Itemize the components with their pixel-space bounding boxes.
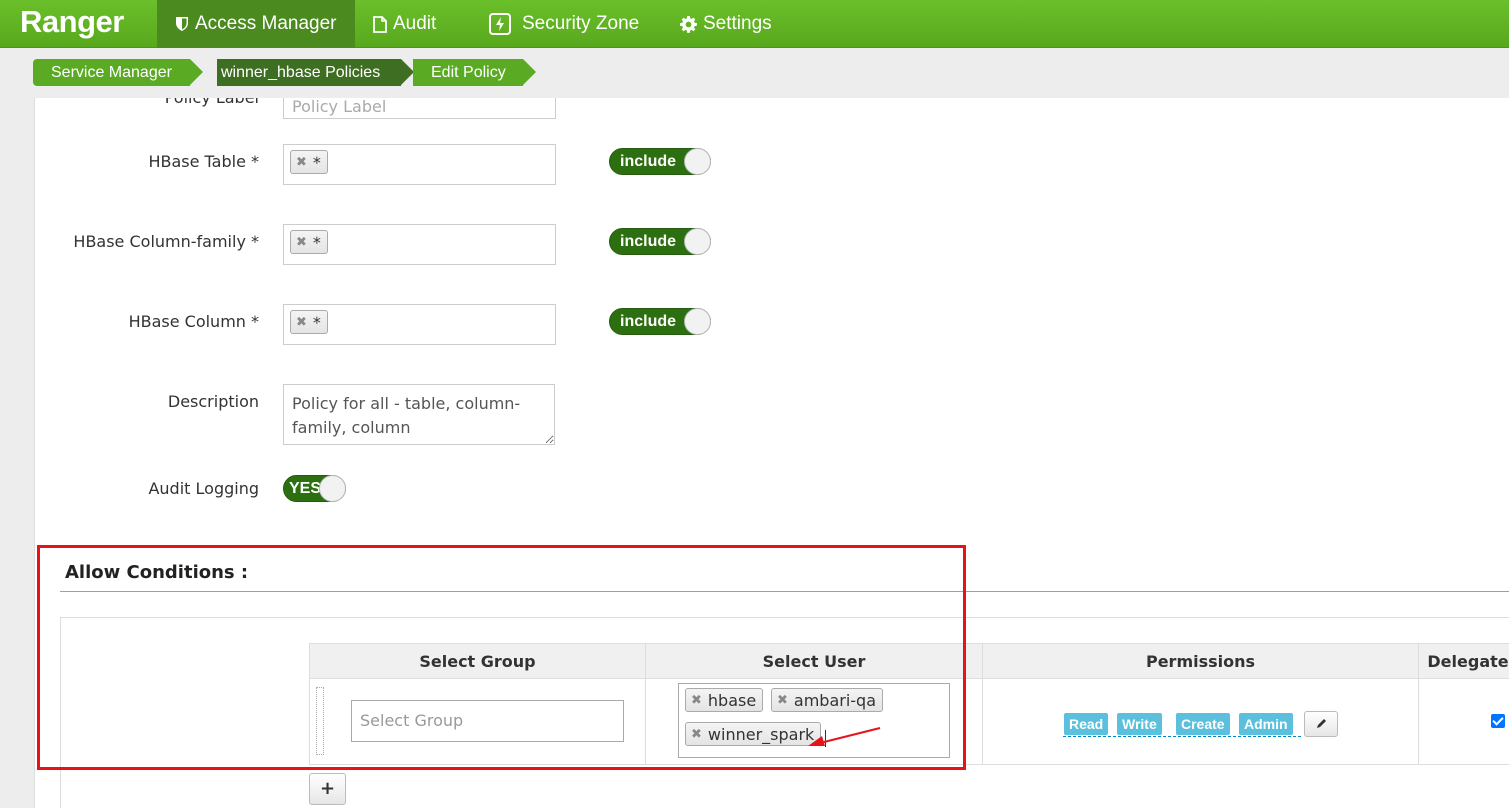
permission-create[interactable]: Create xyxy=(1176,713,1230,735)
header-permissions: Permissions xyxy=(982,643,1419,679)
shield-icon xyxy=(176,17,188,31)
gear-icon xyxy=(680,15,697,33)
user-tag-hbase: ✖ hbase xyxy=(685,688,764,712)
toggle-knob xyxy=(684,228,711,255)
nav-audit-label: Audit xyxy=(393,13,437,34)
toggle-label: include xyxy=(620,153,677,170)
hbase-column-label: HBase Column * xyxy=(128,312,259,331)
user-tag-label: winner_spark xyxy=(707,724,815,744)
header-select-user: Select User xyxy=(645,643,983,679)
file-icon xyxy=(373,15,387,33)
nav-access-manager-label: Access Manager xyxy=(195,13,337,34)
nav-security-zone[interactable]: Security Zone xyxy=(488,0,639,48)
hbase-table-label: HBase Table * xyxy=(148,152,259,171)
permission-admin[interactable]: Admin xyxy=(1239,713,1293,735)
remove-tag-icon[interactable]: ✖ xyxy=(777,693,788,708)
breadcrumb-policies[interactable]: winner_hbase Policies xyxy=(217,59,414,86)
permissions-underline xyxy=(1063,736,1301,737)
nav-settings-label: Settings xyxy=(703,13,772,34)
pencil-icon xyxy=(1317,719,1326,728)
hbase-table-input[interactable]: ✖ * xyxy=(283,144,556,185)
remove-tag-icon[interactable]: ✖ xyxy=(691,693,702,708)
delegate-admin-checkbox[interactable] xyxy=(1491,714,1505,728)
user-tag-label: ambari-qa xyxy=(793,690,877,710)
hbase-table-include-toggle[interactable]: include xyxy=(609,148,711,175)
section-divider xyxy=(60,591,1509,592)
nav-audit[interactable]: Audit xyxy=(373,0,436,48)
audit-logging-label: Audit Logging xyxy=(148,479,259,498)
hbase-table-tag: ✖ * xyxy=(290,150,328,174)
column-family-input[interactable]: ✖ * xyxy=(283,224,556,265)
select-user-input[interactable]: ✖ hbase ✖ ambari-qa ✖ winner_spark xyxy=(678,683,950,758)
remove-tag-icon[interactable]: ✖ xyxy=(296,155,307,170)
toggle-knob xyxy=(319,475,346,502)
table-row-user-cell: ✖ hbase ✖ ambari-qa ✖ winner_spark xyxy=(645,679,983,765)
remove-tag-icon[interactable]: ✖ xyxy=(296,235,307,250)
hbase-column-input[interactable]: ✖ * xyxy=(283,304,556,345)
hbase-table-tag-label: * xyxy=(312,152,321,172)
toggle-label: include xyxy=(620,233,677,250)
breadcrumb-edit-policy: Edit Policy xyxy=(413,59,536,86)
hbase-column-include-toggle[interactable]: include xyxy=(609,308,711,335)
select-group-input[interactable]: Select Group xyxy=(351,700,624,742)
table-row-group-cell: Select Group xyxy=(309,679,646,765)
breadcrumb-service-manager[interactable]: Service Manager xyxy=(33,59,203,86)
policy-label-label: Policy Label xyxy=(35,98,259,107)
nav-security-zone-label: Security Zone xyxy=(522,13,640,34)
user-tag-ambari-qa: ✖ ambari-qa xyxy=(771,688,884,712)
policy-form-panel: Policy Label Policy Label HBase Table * … xyxy=(34,98,1509,808)
text-cursor xyxy=(825,730,826,747)
description-textarea[interactable]: Policy for all - table, column-family, c… xyxy=(283,384,555,445)
table-row-delegate-cell xyxy=(1418,679,1509,765)
nav-access-manager[interactable]: Access Manager xyxy=(157,0,355,48)
column-family-include-toggle[interactable]: include xyxy=(609,228,711,255)
nav-settings[interactable]: Settings xyxy=(680,0,772,48)
remove-tag-icon[interactable]: ✖ xyxy=(691,727,702,742)
permission-read[interactable]: Read xyxy=(1064,713,1109,735)
column-family-label: HBase Column-family * xyxy=(73,232,259,251)
toggle-label: YES xyxy=(289,480,322,497)
bolt-icon xyxy=(489,13,511,35)
header-select-group: Select Group xyxy=(309,643,646,679)
toggle-knob xyxy=(684,148,711,175)
hbase-column-tag-label: * xyxy=(312,312,321,332)
drag-handle[interactable] xyxy=(316,687,324,755)
edit-permissions-button[interactable] xyxy=(1304,711,1338,737)
description-label: Description xyxy=(167,392,259,411)
brand-logo[interactable]: Ranger xyxy=(20,4,124,40)
toggle-knob xyxy=(684,308,711,335)
header-delegate: Delegate xyxy=(1418,643,1509,679)
policy-label-input[interactable]: Policy Label xyxy=(283,98,556,119)
user-tag-label: hbase xyxy=(707,690,757,710)
column-family-tag: ✖ * xyxy=(290,230,328,254)
add-condition-button[interactable]: + xyxy=(309,773,346,805)
toggle-label: include xyxy=(620,313,677,330)
audit-logging-toggle[interactable]: YES xyxy=(283,475,346,502)
column-family-tag-label: * xyxy=(312,232,321,252)
allow-conditions-title: Allow Conditions : xyxy=(65,562,249,583)
remove-tag-icon[interactable]: ✖ xyxy=(296,315,307,330)
user-tag-winner-spark: ✖ winner_spark xyxy=(685,722,822,746)
top-navbar: Ranger Access Manager Audit Security Zon… xyxy=(0,0,1509,48)
permission-write[interactable]: Write xyxy=(1117,713,1162,735)
hbase-column-tag: ✖ * xyxy=(290,310,328,334)
table-row-permissions-cell: Read Write Create Admin xyxy=(982,679,1419,765)
